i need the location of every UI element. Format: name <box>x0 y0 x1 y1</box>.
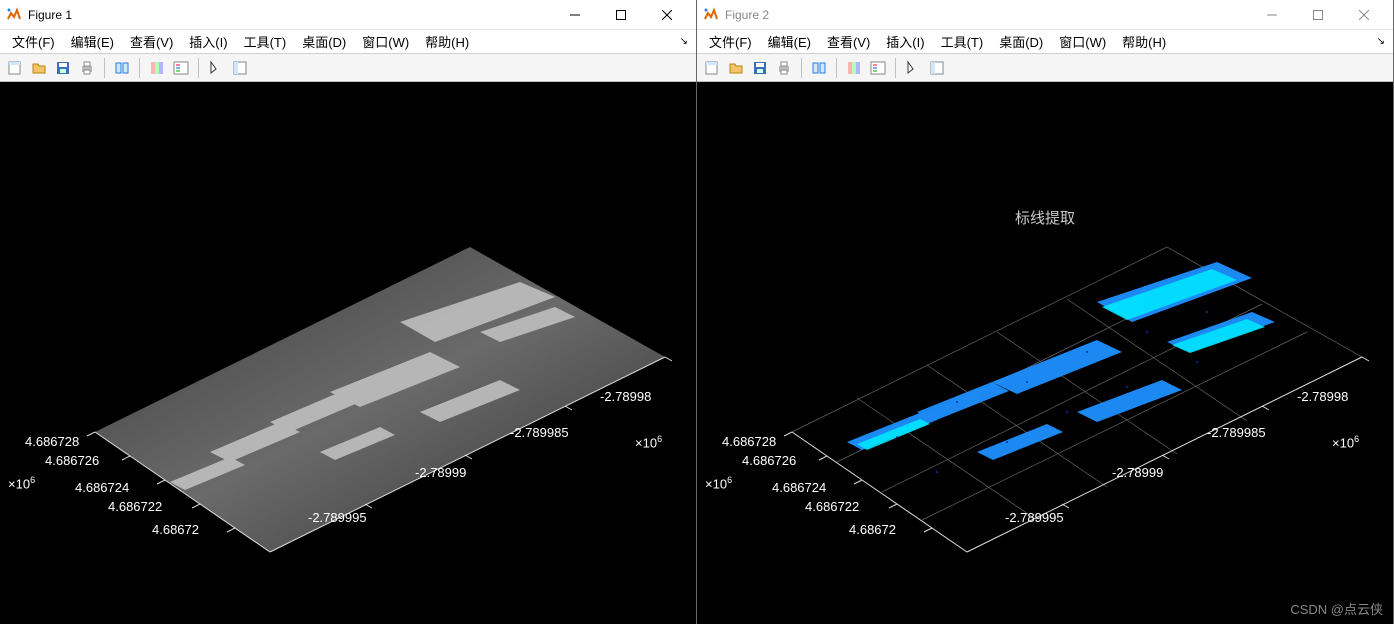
open-property-inspector-button[interactable] <box>229 57 251 79</box>
menu-file[interactable]: 文件(F) <box>701 30 760 53</box>
y-tick-label: 4.686722 <box>805 499 859 514</box>
x-tick-label: -2.789995 <box>1005 510 1064 525</box>
x-tick-label: -2.78998 <box>600 389 651 404</box>
surface-plot <box>0 82 697 622</box>
y-tick-label: 4.686726 <box>742 453 796 468</box>
scatter-plot <box>697 82 1394 622</box>
maximize-button[interactable] <box>598 0 644 30</box>
y-tick-label: 4.686724 <box>75 480 129 495</box>
menubar: 文件(F) 编辑(E) 查看(V) 插入(I) 工具(T) 桌面(D) 窗口(W… <box>0 30 696 54</box>
menu-overflow-icon[interactable]: ↘ <box>1373 36 1389 47</box>
titlebar[interactable]: Figure 2 <box>697 0 1393 30</box>
link-axes-button[interactable] <box>808 57 830 79</box>
x-tick-label: -2.78999 <box>415 465 466 480</box>
axes-canvas[interactable]: 4.686728 4.686726 4.686724 4.686722 4.68… <box>0 82 696 624</box>
save-button[interactable] <box>52 57 74 79</box>
axes-canvas[interactable]: 标线提取 <box>697 82 1393 624</box>
new-figure-button[interactable] <box>701 57 723 79</box>
menu-help[interactable]: 帮助(H) <box>1114 30 1174 53</box>
menu-window[interactable]: 窗口(W) <box>1051 30 1114 53</box>
menu-window[interactable]: 窗口(W) <box>354 30 417 53</box>
save-button[interactable] <box>749 57 771 79</box>
toolbar-separator <box>139 58 140 78</box>
menu-desktop[interactable]: 桌面(D) <box>991 30 1051 53</box>
open-property-inspector-button[interactable] <box>926 57 948 79</box>
y-axis-exponent: ×106 <box>705 475 732 491</box>
y-tick-label: 4.68672 <box>152 522 199 537</box>
titlebar[interactable]: Figure 1 <box>0 0 696 30</box>
minimize-button[interactable] <box>552 0 598 30</box>
insert-legend-button[interactable] <box>867 57 889 79</box>
insert-colorbar-button[interactable] <box>146 57 168 79</box>
menu-view[interactable]: 查看(V) <box>122 30 181 53</box>
x-tick-label: -2.789985 <box>510 425 569 440</box>
y-tick-label: 4.686728 <box>722 434 776 449</box>
menu-edit[interactable]: 编辑(E) <box>63 30 122 53</box>
toolbar <box>697 54 1393 82</box>
y-axis-exponent: ×106 <box>8 475 35 491</box>
insert-legend-button[interactable] <box>170 57 192 79</box>
y-tick-label: 4.686728 <box>25 434 79 449</box>
edit-plot-button[interactable] <box>205 57 227 79</box>
close-button[interactable] <box>1341 0 1387 30</box>
new-figure-button[interactable] <box>4 57 26 79</box>
x-tick-label: -2.78998 <box>1297 389 1348 404</box>
print-button[interactable] <box>773 57 795 79</box>
close-button[interactable] <box>644 0 690 30</box>
matlab-figure-icon <box>703 7 719 23</box>
menu-tools[interactable]: 工具(T) <box>933 30 992 53</box>
y-tick-label: 4.686726 <box>45 453 99 468</box>
open-button[interactable] <box>28 57 50 79</box>
open-button[interactable] <box>725 57 747 79</box>
minimize-button[interactable] <box>1249 0 1295 30</box>
y-tick-label: 4.686722 <box>108 499 162 514</box>
toolbar-separator <box>801 58 802 78</box>
window-title: Figure 2 <box>725 8 1249 22</box>
maximize-button[interactable] <box>1295 0 1341 30</box>
x-tick-label: -2.789985 <box>1207 425 1266 440</box>
y-tick-label: 4.686724 <box>772 480 826 495</box>
x-axis-exponent: ×106 <box>1332 434 1359 450</box>
menu-tools[interactable]: 工具(T) <box>236 30 295 53</box>
insert-colorbar-button[interactable] <box>843 57 865 79</box>
toolbar-separator <box>104 58 105 78</box>
toolbar-separator <box>198 58 199 78</box>
toolbar <box>0 54 696 82</box>
watermark: CSDN @点云侠 <box>1290 599 1383 618</box>
menu-insert[interactable]: 插入(I) <box>181 30 235 53</box>
figure-window-1: Figure 1 文件(F) 编辑(E) 查看(V) 插入(I) 工具(T) 桌… <box>0 0 697 624</box>
matlab-figure-icon <box>6 7 22 23</box>
toolbar-separator <box>836 58 837 78</box>
figure-window-2: Figure 2 文件(F) 编辑(E) 查看(V) 插入(I) 工具(T) 桌… <box>697 0 1394 624</box>
window-title: Figure 1 <box>28 8 552 22</box>
menu-edit[interactable]: 编辑(E) <box>760 30 819 53</box>
menu-insert[interactable]: 插入(I) <box>878 30 932 53</box>
print-button[interactable] <box>76 57 98 79</box>
menu-desktop[interactable]: 桌面(D) <box>294 30 354 53</box>
menu-help[interactable]: 帮助(H) <box>417 30 477 53</box>
y-tick-label: 4.68672 <box>849 522 896 537</box>
x-tick-label: -2.789995 <box>308 510 367 525</box>
x-tick-label: -2.78999 <box>1112 465 1163 480</box>
menu-overflow-icon[interactable]: ↘ <box>676 36 692 47</box>
toolbar-separator <box>895 58 896 78</box>
menubar: 文件(F) 编辑(E) 查看(V) 插入(I) 工具(T) 桌面(D) 窗口(W… <box>697 30 1393 54</box>
edit-plot-button[interactable] <box>902 57 924 79</box>
link-axes-button[interactable] <box>111 57 133 79</box>
menu-view[interactable]: 查看(V) <box>819 30 878 53</box>
x-axis-exponent: ×106 <box>635 434 662 450</box>
menu-file[interactable]: 文件(F) <box>4 30 63 53</box>
